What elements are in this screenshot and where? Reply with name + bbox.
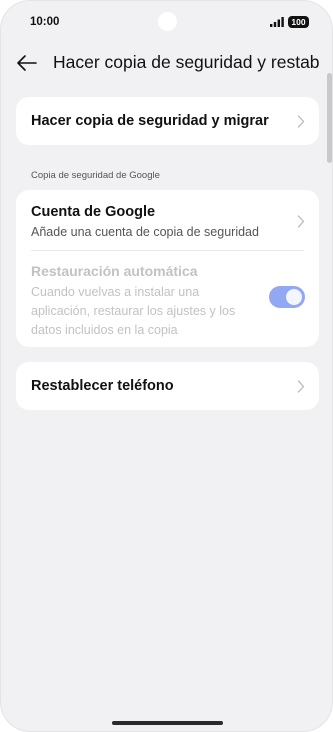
app-header: Hacer copia de seguridad y restab...	[1, 45, 332, 81]
phone-screen: 10:00 100 Hacer copia de seguridad y res…	[0, 0, 333, 732]
scrollbar[interactable]	[327, 73, 332, 163]
chevron-right-icon	[297, 215, 305, 228]
google-account-subtitle: Añade una cuenta de copia de seguridad	[31, 225, 259, 239]
page-title: Hacer copia de seguridad y restab...	[53, 52, 321, 72]
battery-indicator: 100	[288, 16, 309, 28]
status-time: 10:00	[30, 16, 60, 28]
auto-restore-toggle[interactable]	[269, 286, 305, 308]
signal-bars-icon	[270, 17, 284, 27]
backup-migrate-label: Hacer copia de seguridad y migrar	[31, 113, 269, 129]
google-backup-card: Cuenta de Google Añade una cuenta de cop…	[16, 190, 319, 347]
google-account-row[interactable]: Cuenta de Google Añade una cuenta de cop…	[16, 190, 319, 250]
status-bar: 10:00 100	[1, 1, 332, 45]
front-camera-cutout	[158, 12, 177, 31]
section-label-google-backup: Copia de seguridad de Google	[31, 170, 160, 181]
arrow-left-icon[interactable]	[15, 51, 39, 75]
reset-phone-card: Restablecer teléfono	[16, 362, 319, 410]
chevron-right-icon	[297, 115, 305, 128]
auto-restore-title: Restauración automática	[31, 263, 198, 279]
divider	[31, 250, 304, 251]
toggle-knob	[286, 289, 302, 305]
backup-migrate-row[interactable]: Hacer copia de seguridad y migrar	[16, 97, 319, 145]
google-account-title: Cuenta de Google	[31, 204, 156, 220]
reset-phone-label: Restablecer teléfono	[31, 378, 174, 394]
home-indicator[interactable]	[112, 721, 223, 725]
reset-phone-row[interactable]: Restablecer teléfono	[16, 362, 319, 410]
auto-restore-description: Cuando vuelvas a instalar una aplicación…	[31, 285, 236, 337]
chevron-right-icon	[297, 380, 305, 393]
backup-migrate-card: Hacer copia de seguridad y migrar	[16, 97, 319, 145]
